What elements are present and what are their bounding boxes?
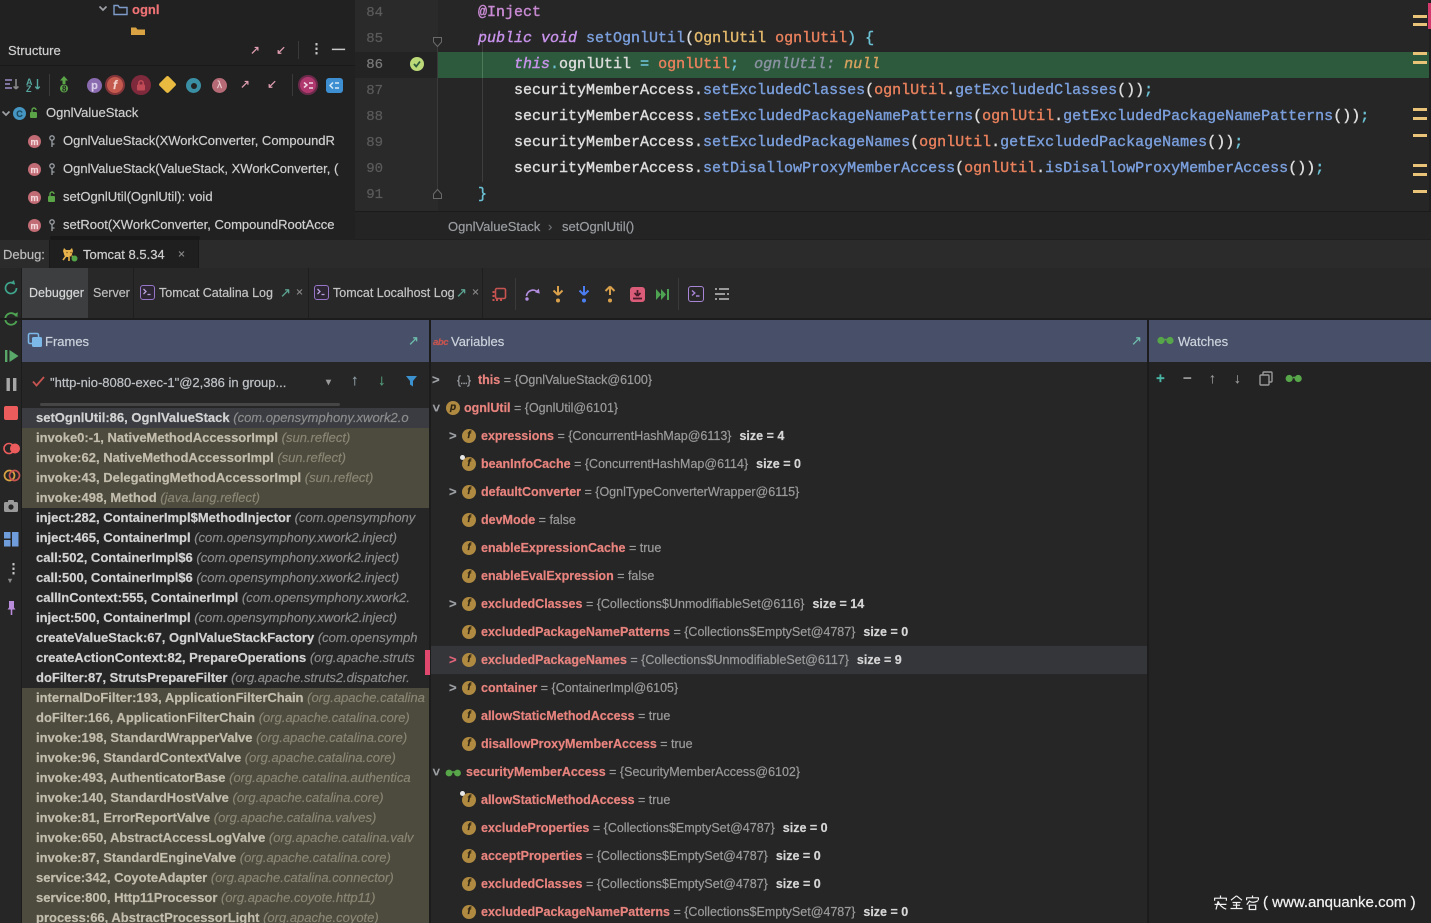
svg-text:8: 8 <box>62 85 67 94</box>
svg-text:Z: Z <box>26 84 32 92</box>
